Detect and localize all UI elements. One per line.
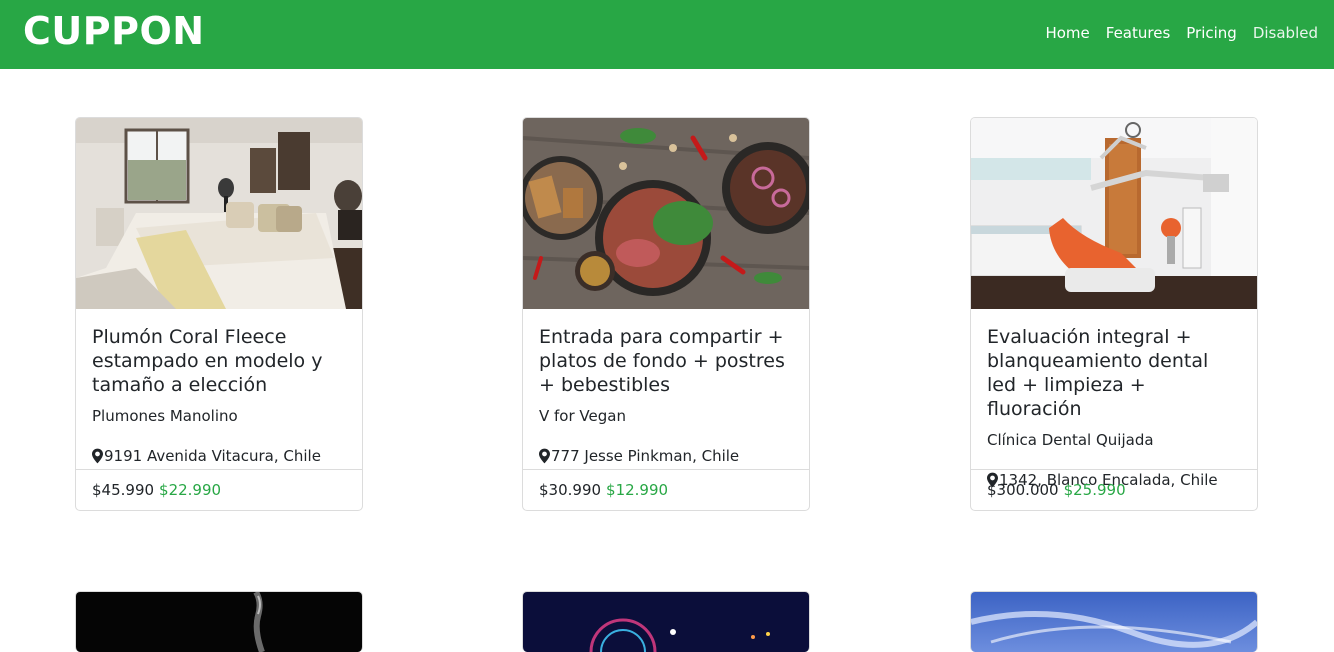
deal-card[interactable] — [75, 591, 363, 652]
map-pin-icon — [539, 448, 550, 464]
new-price: $22.990 — [159, 481, 222, 499]
card-title[interactable]: Evaluación integral + blanqueamiento den… — [987, 325, 1241, 421]
card-image-dark[interactable] — [76, 592, 362, 652]
card-merchant: Plumones Manolino — [92, 407, 238, 425]
deal-card[interactable]: Evaluación integral + blanqueamiento den… — [970, 117, 1258, 511]
card-merchant: Clínica Dental Quijada — [987, 431, 1154, 449]
navbar: CUPPON Home Features Pricing Disabled — [0, 0, 1334, 69]
card-merchant: V for Vegan — [539, 407, 626, 425]
brand-logo[interactable]: CUPPON — [23, 9, 205, 53]
nav-home-link[interactable]: Home — [1045, 23, 1089, 43]
card-footer: $30.990 $12.990 — [523, 469, 809, 510]
nav-pricing-link[interactable]: Pricing — [1186, 23, 1237, 43]
card-body: Entrada para compartir + platos de fondo… — [523, 309, 809, 469]
nav-features-link[interactable]: Features — [1106, 23, 1171, 43]
card-image-bedroom[interactable] — [76, 118, 362, 309]
card-title[interactable]: Plumón Coral Fleece estampado en modelo … — [92, 325, 346, 397]
card-location: 777 Jesse Pinkman, Chile — [539, 446, 793, 466]
card-image-night[interactable] — [523, 592, 809, 652]
new-price: $12.990 — [606, 481, 669, 499]
map-pin-icon — [92, 448, 103, 464]
deal-card[interactable] — [522, 591, 810, 652]
card-image-sky[interactable] — [971, 592, 1257, 652]
card-image-dental[interactable] — [971, 118, 1257, 309]
deal-card[interactable] — [970, 591, 1258, 652]
deal-card[interactable]: Entrada para compartir + platos de fondo… — [522, 117, 810, 511]
old-price: $45.990 — [92, 481, 155, 499]
card-location-text: 777 Jesse Pinkman, Chile — [551, 447, 740, 465]
card-location: 9191 Avenida Vitacura, Chile — [92, 446, 346, 466]
card-body: Plumón Coral Fleece estampado en modelo … — [76, 309, 362, 469]
new-price: $25.990 — [1063, 481, 1126, 499]
card-location-text: 9191 Avenida Vitacura, Chile — [104, 447, 321, 465]
old-price: $30.990 — [539, 481, 602, 499]
nav-links: Home Features Pricing Disabled — [1045, 23, 1318, 43]
deal-card[interactable]: Plumón Coral Fleece estampado en modelo … — [75, 117, 363, 511]
card-footer: $45.990 $22.990 — [76, 469, 362, 510]
card-image-food[interactable] — [523, 118, 809, 309]
card-title[interactable]: Entrada para compartir + platos de fondo… — [539, 325, 793, 397]
old-price: $300.000 — [987, 481, 1059, 499]
nav-disabled-link: Disabled — [1252, 24, 1318, 42]
card-body: Evaluación integral + blanqueamiento den… — [971, 309, 1257, 489]
